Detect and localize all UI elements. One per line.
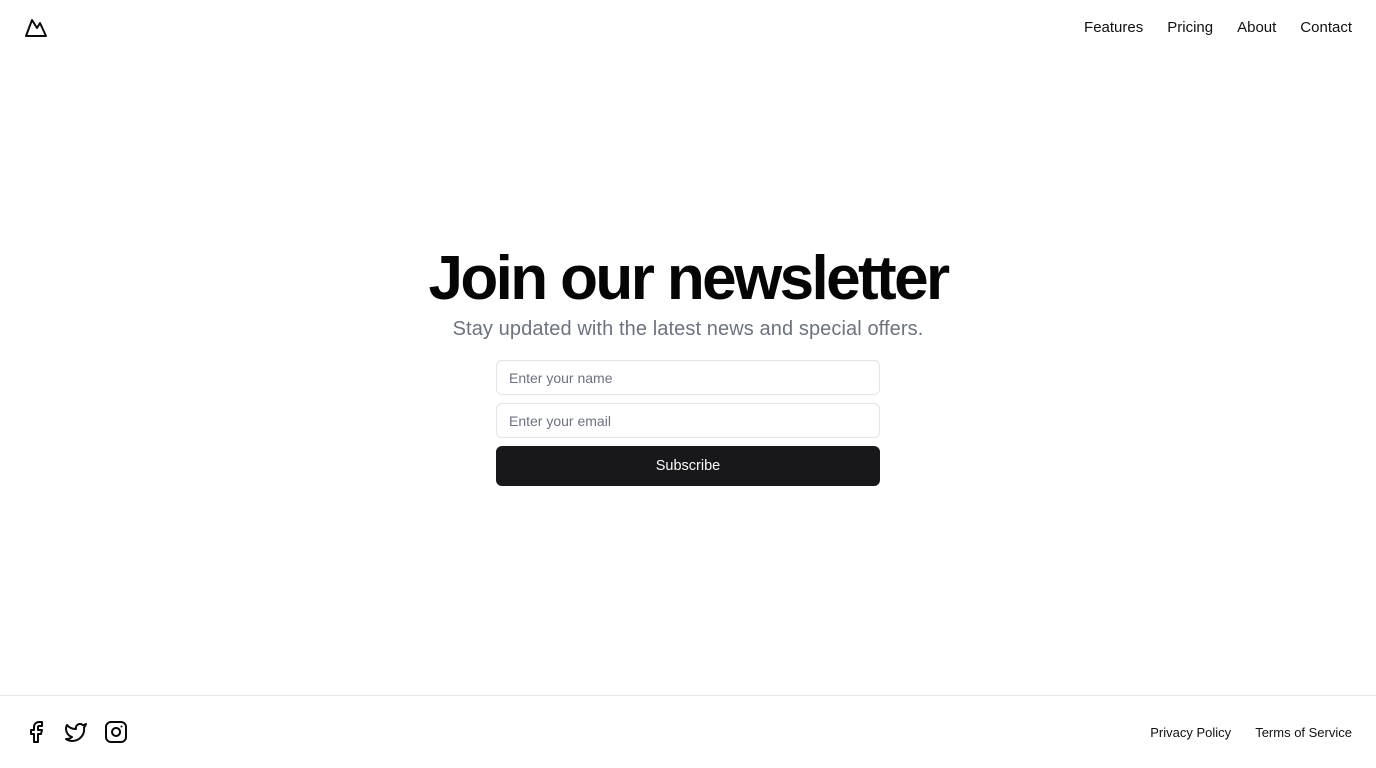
footer-links: Privacy Policy Terms of Service bbox=[1150, 725, 1352, 740]
name-input[interactable] bbox=[496, 360, 880, 395]
logo-link[interactable] bbox=[24, 16, 48, 40]
page: Features Pricing About Contact Join our … bbox=[0, 0, 1376, 768]
nav-features[interactable]: Features bbox=[1084, 18, 1143, 38]
page-title: Join our newsletter bbox=[428, 244, 950, 313]
terms-of-service-link[interactable]: Terms of Service bbox=[1255, 725, 1352, 740]
privacy-policy-link[interactable]: Privacy Policy bbox=[1150, 725, 1231, 740]
nav-pricing[interactable]: Pricing bbox=[1167, 18, 1213, 38]
newsletter-form: Subscribe bbox=[496, 360, 880, 486]
page-subtitle: Stay updated with the latest news and sp… bbox=[452, 318, 924, 340]
twitter-icon bbox=[65, 723, 87, 742]
social-links bbox=[24, 720, 128, 744]
mountain-logo-icon bbox=[25, 19, 47, 37]
hero-section: Join our newsletter Stay updated with th… bbox=[0, 244, 1376, 486]
subscribe-button[interactable]: Subscribe bbox=[496, 446, 880, 486]
site-footer: Privacy Policy Terms of Service bbox=[0, 695, 1376, 768]
site-header: Features Pricing About Contact bbox=[0, 0, 1376, 56]
nav-about[interactable]: About bbox=[1237, 18, 1276, 38]
email-input[interactable] bbox=[496, 403, 880, 438]
twitter-link[interactable] bbox=[64, 720, 88, 744]
main-nav: Features Pricing About Contact bbox=[1084, 18, 1352, 38]
instagram-link[interactable] bbox=[104, 720, 128, 744]
facebook-link[interactable] bbox=[24, 720, 48, 744]
facebook-icon bbox=[30, 721, 43, 743]
nav-contact[interactable]: Contact bbox=[1300, 18, 1352, 38]
instagram-icon bbox=[105, 721, 127, 743]
